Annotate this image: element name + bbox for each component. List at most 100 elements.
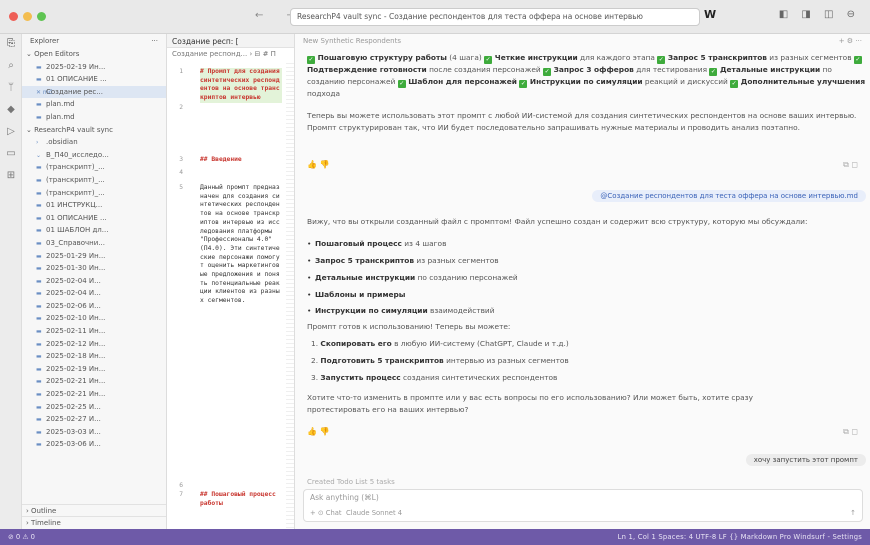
command-center-search[interactable]: ResearchP4 vault sync - Создание респонд…: [290, 8, 700, 26]
minimize-window-button[interactable]: [23, 12, 32, 21]
check-icon: ✓: [730, 80, 739, 88]
tree-item-label: 2025-02-06 И...: [46, 301, 101, 310]
feedback-icons-2[interactable]: 👍 👎: [307, 427, 329, 436]
remote-icon[interactable]: ▭: [5, 148, 17, 160]
open-editors-section[interactable]: ⌄ Open Editors: [22, 48, 166, 61]
send-icon[interactable]: ↑: [850, 509, 856, 517]
file-icon: ▬: [36, 176, 42, 184]
tree-item[interactable]: ⌄ B_П40_исследо...: [22, 149, 166, 162]
timeline-section[interactable]: › Timeline: [22, 516, 166, 529]
chat-input-toolbar: + ⊙ Chat Claude Sonnet 4: [310, 509, 403, 517]
tree-item[interactable]: ▬ plan.md: [22, 98, 166, 111]
tree-item[interactable]: ▬ (транскрипт)_...: [22, 187, 166, 200]
explorer-title: Explorer: [30, 37, 60, 45]
tree-item-label: 2025-02-18 Ин...: [46, 352, 106, 361]
tree-item[interactable]: ▬ (транскрипт)_...: [22, 174, 166, 187]
tree-item-label: (транскрипт)_...: [46, 188, 105, 197]
tree-item-label: 03_Справочни...: [46, 238, 105, 247]
summary-item-bold: Дополнительные улучшения: [738, 77, 866, 86]
chat-mode-select[interactable]: Chat: [326, 509, 342, 517]
editor-breadcrumb[interactable]: Создание респонд... › ⊟ # П: [167, 48, 294, 60]
line-number: 6: [179, 482, 183, 489]
file-icon: ▬: [36, 164, 42, 172]
model-select[interactable]: Claude Sonnet 4: [346, 509, 402, 517]
tree-item[interactable]: ▬ 2025-02-18 Ин...: [22, 350, 166, 363]
tree-item[interactable]: ▬ (транскрипт)_...: [22, 161, 166, 174]
search-icon[interactable]: ⌕: [5, 60, 17, 72]
line-number: 7: [179, 491, 183, 498]
outline-section[interactable]: › Outline: [22, 503, 166, 517]
run-debug-icon[interactable]: ▷: [5, 126, 17, 138]
bullet-bold: Запрос 5 транскриптов: [315, 256, 415, 265]
tree-item-label: 01 ОПИСАНИЕ ...: [46, 213, 107, 222]
tree-item[interactable]: ▬ 01 ОПИСАНИЕ ...: [22, 73, 166, 86]
feedback-icons[interactable]: 👍 👎: [307, 160, 329, 169]
status-bar: ⊘ 0 ⚠ 0 Ln 1, Col 1 Spaces: 4 UTF-8 LF {…: [0, 529, 870, 545]
bullet-item: Детальные инструкции по созданию персона…: [307, 273, 518, 282]
tree-item-label: 2025-01-29 Ин...: [46, 251, 106, 260]
copy-icons-2[interactable]: ⧉ ◻: [843, 427, 858, 437]
file-icon: ▬: [36, 265, 42, 273]
file-icon: ▬: [36, 441, 42, 449]
tree-item[interactable]: ▬ 2025-01-30 Ин...: [22, 262, 166, 275]
explorer-icon[interactable]: ⎘: [5, 38, 17, 50]
source-control-icon[interactable]: ᛘ: [5, 82, 17, 94]
file-icon: ▬: [36, 277, 42, 285]
chat-header-actions[interactable]: + ⚙ ···: [839, 37, 862, 45]
tree-item[interactable]: ▬ 01 ШАБЛОН дл...: [22, 224, 166, 237]
copy-icons[interactable]: ⧉ ◻: [843, 160, 858, 170]
vault-section[interactable]: ⌄ ResearchP4 vault sync: [22, 124, 166, 137]
tree-item[interactable]: ▬ 2025-02-19 Ин...: [22, 61, 166, 74]
tree-item[interactable]: ▬ 2025-02-04 И...: [22, 287, 166, 300]
layout-toggle-icons[interactable]: ◧ ◨ ◫ ⊖: [779, 9, 860, 20]
status-right-items[interactable]: Ln 1, Col 1 Spaces: 4 UTF-8 LF {} Markdo…: [618, 533, 862, 541]
tree-item-label: 2025-02-21 Ин...: [46, 390, 106, 399]
tree-item[interactable]: ▬ 01 ОПИСАНИЕ ...: [22, 212, 166, 225]
tree-item-label: 2025-03-03 И...: [46, 427, 101, 436]
chat-input-box[interactable]: Ask anything (⌘L) + ⊙ Chat Claude Sonnet…: [303, 489, 863, 522]
tree-item[interactable]: ▬ 2025-02-19 Ин...: [22, 363, 166, 376]
explorer-actions-icon[interactable]: ···: [151, 37, 158, 45]
item-text: создания синтетических респондентов: [400, 373, 558, 382]
check-icon: ✓: [853, 56, 862, 64]
user-file-mention[interactable]: @Создание респондентов для теста оффера …: [592, 190, 866, 202]
minimap[interactable]: [286, 60, 294, 529]
tree-item[interactable]: ▬ 2025-02-21 Ин...: [22, 375, 166, 388]
tree-item[interactable]: ▬ 2025-02-25 И...: [22, 401, 166, 414]
tree-item-label: 2025-02-19 Ин...: [46, 364, 106, 373]
extensions-icon[interactable]: ◆: [5, 104, 17, 116]
problems-indicator[interactable]: ⊘ 0 ⚠ 0: [8, 533, 35, 541]
file-icon: ▬: [36, 227, 42, 235]
tree-item[interactable]: ▬ 2025-02-11 Ин...: [22, 325, 166, 338]
tree-item[interactable]: › .obsidian: [22, 136, 166, 149]
tree-item[interactable]: ▬ 01 ИНСТРУКЦ...: [22, 199, 166, 212]
tree-item[interactable]: ▬ 2025-02-04 И...: [22, 275, 166, 288]
file-icon: ▬: [36, 365, 42, 373]
tree-item[interactable]: ✕ mdСоздание рес...: [22, 85, 166, 99]
tree-item[interactable]: ▬ 2025-03-03 И...: [22, 426, 166, 439]
chat-input-field[interactable]: Ask anything (⌘L): [310, 493, 379, 502]
close-window-button[interactable]: [9, 12, 18, 21]
file-icon: ▬: [36, 302, 42, 310]
tree-item[interactable]: ▬ 2025-02-06 И...: [22, 300, 166, 313]
check-icon: ✓: [484, 56, 493, 64]
file-icon: ▬: [36, 214, 42, 222]
todo-status[interactable]: Created Todo List 5 tasks: [307, 477, 867, 489]
tree-item[interactable]: ▬ 2025-02-10 Ин...: [22, 312, 166, 325]
tree-item[interactable]: ▬ 2025-03-06 И...: [22, 438, 166, 451]
editor-tab[interactable]: Создание респ: [: [167, 34, 294, 48]
numbered-item: 2. Подготовить 5 транскриптов интервью и…: [311, 356, 569, 365]
grid-icon[interactable]: ⊞: [5, 170, 17, 182]
maximize-window-button[interactable]: [37, 12, 46, 21]
tree-item[interactable]: ▬ 2025-02-21 Ин...: [22, 388, 166, 401]
tree-item[interactable]: ▬ 2025-01-29 Ин...: [22, 250, 166, 263]
tree-item[interactable]: ▬ 2025-02-27 И...: [22, 413, 166, 426]
line-number: 4: [179, 169, 183, 176]
tree-item[interactable]: ▬ 03_Справочни...: [22, 237, 166, 250]
file-icon: ▬: [36, 403, 42, 411]
tree-item-label: 2025-02-10 Ин...: [46, 314, 106, 323]
tree-item[interactable]: ▬ 2025-02-12 Ин...: [22, 338, 166, 351]
file-icon: ▬: [36, 113, 42, 121]
tree-item[interactable]: ▬ plan.md: [22, 111, 166, 124]
item-text: интервью из разных сегментов: [443, 356, 569, 365]
